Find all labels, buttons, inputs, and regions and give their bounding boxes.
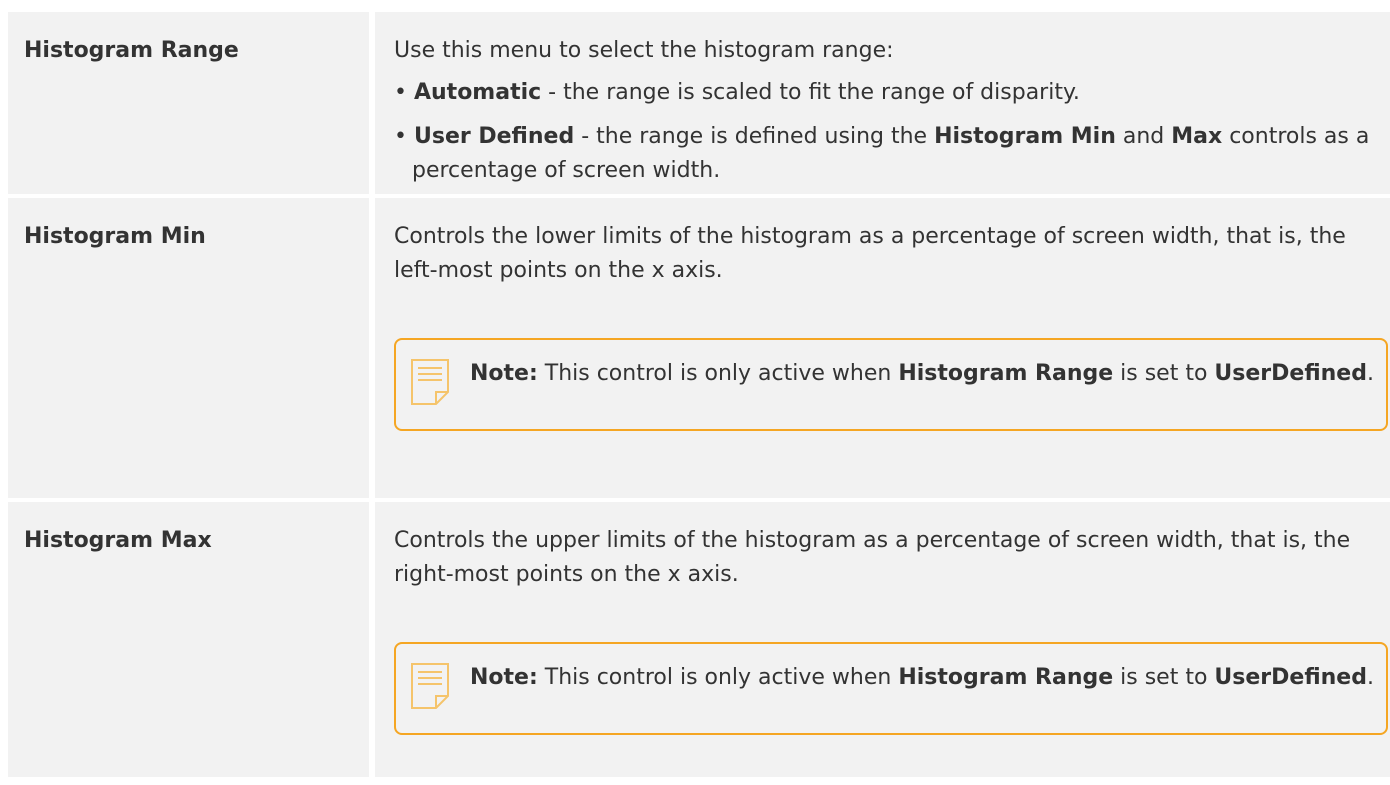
note-label: Note:: [470, 665, 538, 690]
bullet-term: Histogram Min: [934, 124, 1116, 149]
parameter-name: Histogram Range: [8, 12, 375, 194]
note-term: Histogram Range: [898, 665, 1114, 690]
bullet-text: and: [1115, 124, 1172, 149]
bullet-item: • User Defined - the range is defined us…: [394, 124, 1370, 183]
parameter-description: Controls the lower limits of the histogr…: [375, 198, 1390, 498]
note-box: Note: This control is only active when H…: [394, 338, 1388, 431]
note-text-part: This control is only active when: [537, 361, 899, 386]
bullet-term: Max: [1171, 124, 1223, 149]
description-intro: Use this menu to select the histogram ra…: [394, 38, 894, 63]
note-text-part: .: [1366, 665, 1374, 690]
table-row: Histogram Range Use this menu to select …: [8, 12, 1390, 198]
note-term: UserDefined: [1214, 361, 1367, 386]
description-text: Controls the upper limits of the histogr…: [394, 528, 1351, 587]
bullet-item: • Automatic - the range is scaled to fit…: [394, 80, 1080, 105]
bullet-text: - the range is scaled to fit the range o…: [541, 80, 1080, 105]
note-text-part: is set to: [1113, 361, 1215, 386]
note-icon: [410, 660, 470, 721]
parameter-name: Histogram Max: [8, 502, 375, 777]
bullet-text: - the range is defined using the: [574, 124, 935, 149]
note-label: Note:: [470, 361, 538, 386]
note-text: Note: This control is only active when H…: [470, 660, 1374, 721]
bullet-term: User Defined: [413, 124, 575, 149]
parameter-name: Histogram Min: [8, 198, 375, 498]
parameter-description: Controls the upper limits of the histogr…: [375, 502, 1390, 777]
parameter-description: Use this menu to select the histogram ra…: [375, 12, 1390, 194]
note-text-part: is set to: [1113, 665, 1215, 690]
note-text-part: .: [1366, 361, 1374, 386]
note-text-part: This control is only active when: [537, 665, 899, 690]
note-term: UserDefined: [1214, 665, 1367, 690]
description-text: Controls the lower limits of the histogr…: [394, 224, 1346, 283]
note-text: Note: This control is only active when H…: [470, 356, 1374, 417]
parameter-table: Histogram Range Use this menu to select …: [8, 12, 1390, 781]
bullet-term: Automatic: [413, 80, 542, 105]
table-row: Histogram Max Controls the upper limits …: [8, 502, 1390, 781]
note-term: Histogram Range: [898, 361, 1114, 386]
note-box: Note: This control is only active when H…: [394, 642, 1388, 735]
table-row: Histogram Min Controls the lower limits …: [8, 198, 1390, 502]
note-icon: [410, 356, 470, 417]
